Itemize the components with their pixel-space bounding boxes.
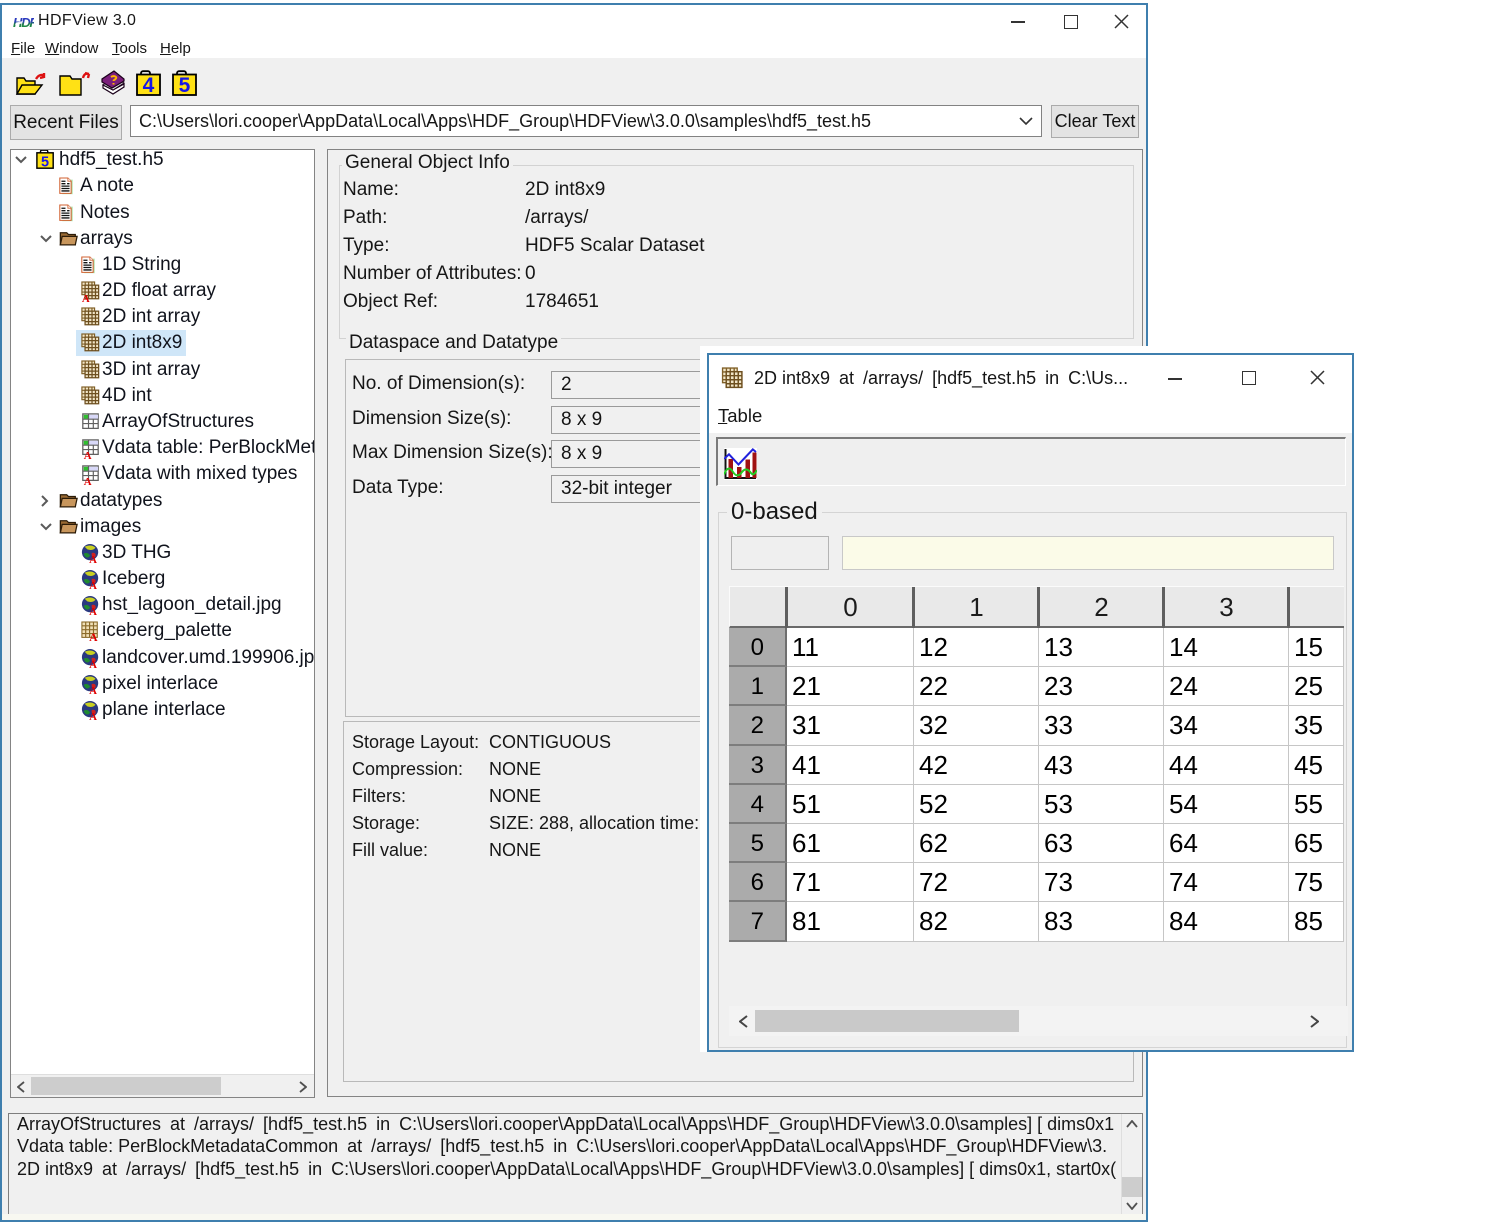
svg-text:4: 4 [143, 74, 155, 96]
svg-text:5: 5 [179, 74, 191, 96]
svg-text:HDF: HDF [13, 15, 34, 29]
